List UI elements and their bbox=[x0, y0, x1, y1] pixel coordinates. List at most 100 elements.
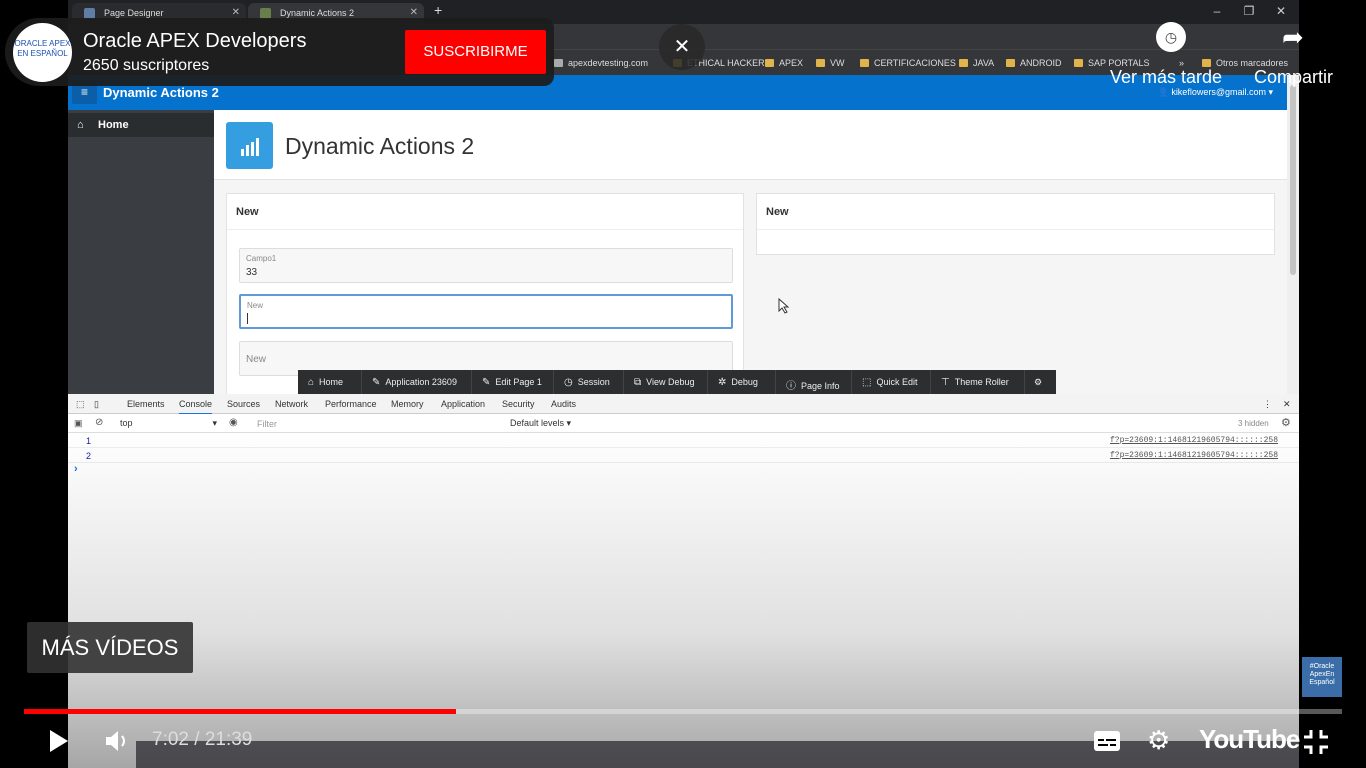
tab-elements[interactable]: Elements bbox=[127, 399, 165, 409]
page-scrollbar[interactable] bbox=[1287, 75, 1299, 395]
devtools-tabs: ⬚ ▯ Elements Console Sources Network Per… bbox=[68, 394, 1299, 415]
close-window-icon[interactable]: ✕ bbox=[1265, 0, 1297, 22]
play-icon[interactable] bbox=[48, 728, 70, 754]
page-hero: Dynamic Actions 2 bbox=[214, 110, 1287, 180]
tab-audits[interactable]: Audits bbox=[551, 399, 576, 409]
developer-toolbar: ⌂ Home ✎ Application 23609 ✎ Edit Page 1 ◷ S… bbox=[298, 370, 1056, 394]
page-title: Dynamic Actions 2 bbox=[285, 133, 475, 159]
nav-item-home[interactable]: ⌂ Home bbox=[68, 113, 214, 137]
tab-sources[interactable]: Sources bbox=[227, 399, 260, 409]
user-icon: 👤 bbox=[1157, 87, 1172, 97]
region-title: New bbox=[757, 194, 1274, 230]
chart-icon bbox=[226, 122, 273, 169]
devbar-edit-page[interactable]: ✎ Edit Page 1 bbox=[472, 370, 554, 394]
minimize-icon[interactable]: – bbox=[1201, 0, 1233, 22]
settings-gear-icon[interactable]: ⚙ bbox=[1147, 725, 1170, 756]
campo1-field[interactable]: Campo1 33 bbox=[239, 248, 733, 283]
progress-bar[interactable] bbox=[24, 709, 1342, 714]
console-line: 1 f?p=23609:1:14681219605794::::::258 bbox=[68, 433, 1299, 448]
context-selector[interactable]: top ▾ bbox=[120, 418, 217, 429]
view-debug-icon: ⧉ bbox=[634, 377, 642, 388]
devbar-home[interactable]: ⌂ Home bbox=[298, 370, 362, 394]
subscribe-button[interactable]: SUSCRIBIRME bbox=[405, 30, 546, 74]
sidebar-toggle-icon[interactable]: ▣ bbox=[74, 418, 83, 429]
channel-name[interactable]: Oracle APEX Developers bbox=[83, 30, 306, 53]
windows-taskbar bbox=[136, 741, 1299, 768]
source-link[interactable]: f?p=23609:1:14681219605794::::::258 bbox=[1110, 451, 1278, 460]
devbar-page-info[interactable]: ⓘ Page Info bbox=[776, 370, 852, 394]
page-content: Dynamic Actions 2 New Campo1 33 New New … bbox=[214, 110, 1287, 403]
tab-security[interactable]: Security bbox=[502, 399, 535, 409]
recorded-screen: Page Designer ✕ Dynamic Actions 2 ✕ + – … bbox=[68, 0, 1299, 768]
filter-input[interactable]: Filter bbox=[257, 419, 277, 429]
subscriber-count: 2650 suscriptores bbox=[83, 57, 210, 74]
devbar-application[interactable]: ✎ Application 23609 bbox=[362, 370, 472, 394]
volume-icon[interactable] bbox=[104, 729, 130, 753]
gear-icon[interactable]: ⚙ bbox=[1281, 416, 1291, 429]
console-line: 2 f?p=23609:1:14681219605794::::::258 bbox=[68, 448, 1299, 463]
home-icon: ⌂ bbox=[308, 377, 315, 388]
close-icon[interactable]: ✕ bbox=[659, 24, 705, 70]
devbar-quick-edit[interactable]: ⬚ Quick Edit bbox=[852, 370, 931, 394]
eye-icon[interactable]: ◉ bbox=[229, 417, 238, 428]
clear-console-icon[interactable]: ⊘ bbox=[95, 417, 103, 428]
tab-network[interactable]: Network bbox=[275, 399, 308, 409]
channel-watermark[interactable]: #Oracle ApexEn Español bbox=[1302, 657, 1342, 697]
tab-performance[interactable]: Performance bbox=[325, 399, 377, 409]
bookmark[interactable]: APEX bbox=[765, 58, 803, 68]
bookmark[interactable]: JAVA bbox=[959, 58, 994, 68]
devbar-session[interactable]: ◷ Session bbox=[554, 370, 624, 394]
watch-later-icon[interactable]: ◷ bbox=[1156, 22, 1186, 52]
channel-avatar[interactable]: ORACLE APEX EN ESPAÑOL bbox=[13, 23, 72, 82]
console-toolbar: ▣ ⊘ top ▾ ◉ Filter Default levels ▾ 3 hid… bbox=[68, 414, 1299, 433]
maximize-icon[interactable]: ❐ bbox=[1233, 0, 1265, 22]
devbar-debug[interactable]: ✲ Debug bbox=[708, 370, 776, 394]
device-toggle-icon[interactable]: ▯ bbox=[94, 399, 99, 410]
info-icon: ⓘ bbox=[786, 381, 796, 392]
more-options-icon[interactable]: ⋮ bbox=[1263, 399, 1272, 410]
close-devtools-icon[interactable]: ✕ bbox=[1283, 399, 1291, 410]
channel-card: ORACLE APEX EN ESPAÑOL Oracle APEX Devel… bbox=[5, 18, 554, 86]
tab-application[interactable]: Application bbox=[441, 399, 485, 409]
edit-icon: ✎ bbox=[372, 377, 381, 388]
bookmark[interactable]: CERTIFICACIONES bbox=[860, 58, 956, 68]
bookmark[interactable]: ANDROID bbox=[1006, 58, 1062, 68]
quick-edit-icon: ⬚ bbox=[862, 377, 872, 388]
new-field-focused[interactable]: New bbox=[239, 294, 733, 329]
clock-icon: ◷ bbox=[564, 377, 573, 388]
bookmark[interactable]: apexdevtesting.com bbox=[554, 58, 648, 68]
text-cursor bbox=[247, 313, 248, 324]
log-levels-dropdown[interactable]: Default levels ▾ bbox=[510, 418, 571, 429]
more-videos-button[interactable]: MÁS VÍDEOS bbox=[27, 622, 193, 673]
exit-fullscreen-icon[interactable] bbox=[1303, 729, 1329, 755]
paint-roller-icon: ⊤ bbox=[941, 377, 950, 388]
time-display: 7:02 / 21:39 bbox=[152, 729, 253, 750]
edit-icon: ✎ bbox=[482, 377, 491, 388]
close-tab-icon[interactable]: ✕ bbox=[232, 7, 240, 18]
share-label[interactable]: Compartir bbox=[1254, 67, 1333, 88]
side-navigation: ⌂ Home bbox=[68, 110, 214, 395]
devbar-view-debug[interactable]: ⧉ View Debug bbox=[624, 370, 708, 394]
subtitles-icon[interactable] bbox=[1093, 730, 1121, 752]
tab-memory[interactable]: Memory bbox=[391, 399, 424, 409]
progress-played bbox=[24, 709, 457, 714]
region-title: New bbox=[227, 194, 743, 230]
tab-console[interactable]: Console bbox=[179, 399, 213, 415]
inspect-icon[interactable]: ⬚ bbox=[76, 399, 85, 410]
app-title[interactable]: Dynamic Actions 2 bbox=[103, 85, 219, 100]
watch-later-label[interactable]: Ver más tarde bbox=[1110, 67, 1222, 88]
mouse-cursor-icon bbox=[778, 298, 790, 314]
user-menu[interactable]: 👤 kikeflowers@gmail.com ▾ bbox=[1158, 87, 1273, 98]
youtube-logo[interactable]: YouTube bbox=[1199, 724, 1300, 755]
close-tab-icon[interactable]: ✕ bbox=[410, 7, 418, 18]
devbar-theme-roller[interactable]: ⊤ Theme Roller bbox=[931, 370, 1025, 394]
source-link[interactable]: f?p=23609:1:14681219605794::::::258 bbox=[1110, 436, 1278, 445]
share-icon[interactable]: ➦ bbox=[1282, 22, 1304, 53]
console-prompt[interactable]: › bbox=[68, 463, 1299, 477]
bookmark[interactable]: VW bbox=[816, 58, 845, 68]
right-region: New bbox=[756, 193, 1275, 255]
gear-icon[interactable]: ⚙ bbox=[1025, 370, 1056, 394]
new-tab-button[interactable]: + bbox=[434, 2, 442, 18]
bug-icon: ✲ bbox=[718, 377, 727, 388]
hidden-count: 3 hidden bbox=[1238, 419, 1269, 428]
